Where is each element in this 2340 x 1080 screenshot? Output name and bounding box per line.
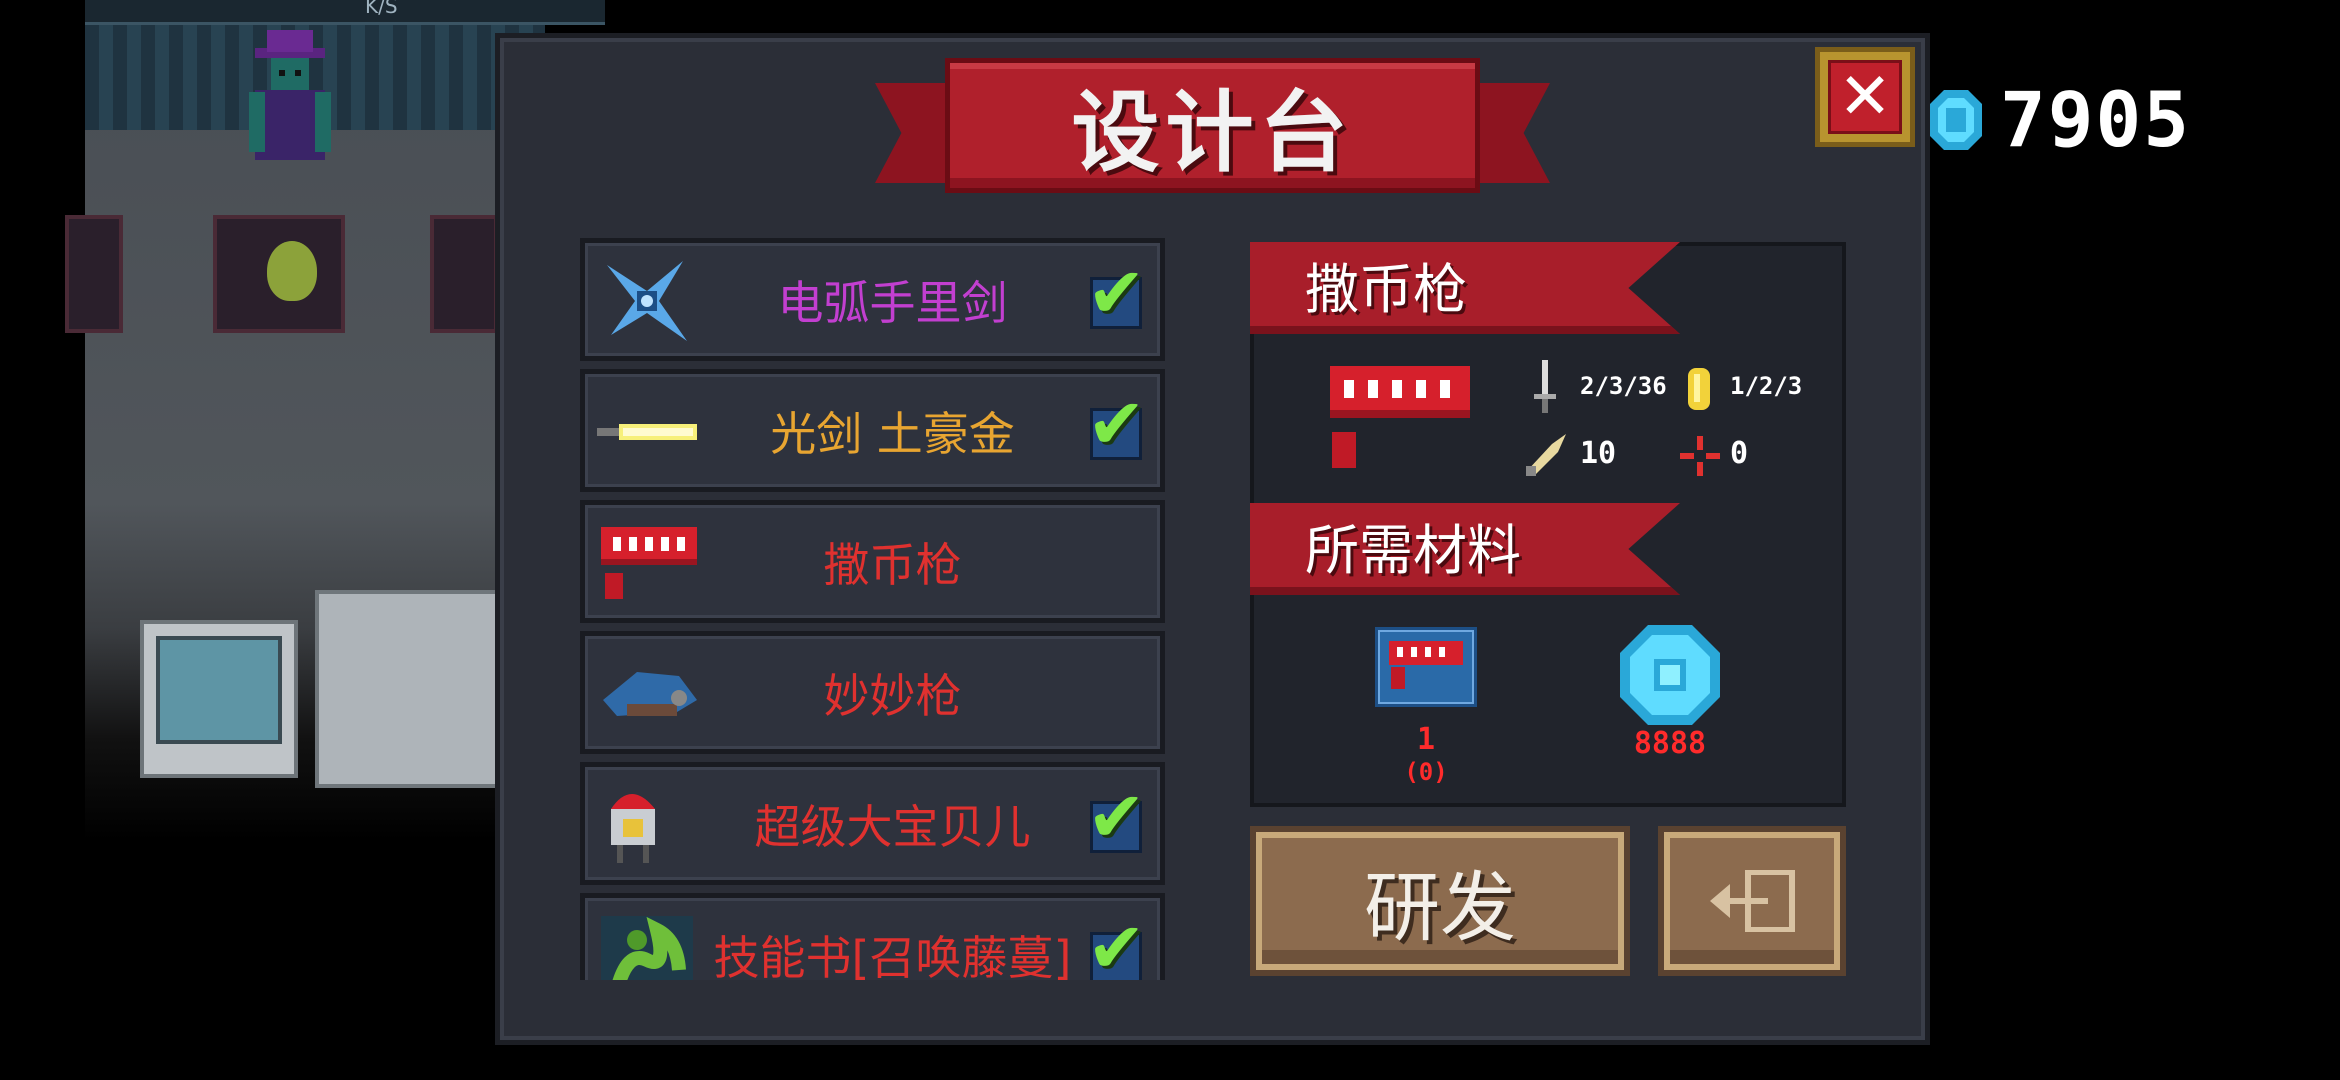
- damage-sword-icon: [1534, 360, 1556, 413]
- energy-stat: 1/2/3: [1730, 372, 1803, 400]
- owned-check-icon: ✔: [1087, 383, 1146, 465]
- coin-gun-blueprint-icon: [1375, 627, 1477, 707]
- list-item[interactable]: 光剑 土豪金 ✔: [580, 369, 1165, 492]
- gem-counter: 7905: [1930, 80, 2191, 160]
- selected-weapon-tag: 撒币枪: [1250, 242, 1680, 334]
- item-name: 技能书[召唤藤蔓]: [713, 930, 1072, 981]
- materials-tag: 所需材料: [1250, 503, 1680, 595]
- blue-gem-icon: [1930, 90, 1982, 150]
- list-item[interactable]: 电弧手里剑 ✔: [580, 238, 1165, 361]
- wizard-npc: [235, 30, 345, 170]
- scene-tile: [65, 215, 123, 333]
- item-name: 撒币枪: [823, 537, 962, 592]
- blueprint-owned: (0): [1404, 758, 1448, 786]
- scene-status-bar: K/S: [85, 0, 605, 25]
- close-icon: ✕: [1838, 60, 1892, 134]
- gourd-seed-icon: [267, 241, 317, 301]
- owned-check-icon: ✔: [1087, 252, 1146, 334]
- damage-stat: 2/3/36: [1580, 372, 1667, 400]
- materials-heading: 所需材料: [1305, 518, 1521, 582]
- owned-check-icon: ✔: [1087, 776, 1146, 858]
- coin-gun-icon: [1330, 366, 1470, 468]
- list-item[interactable]: 技能书[召唤藤蔓] ✔: [580, 893, 1165, 980]
- selected-weapon-name: 撒币枪: [1305, 257, 1467, 321]
- list-item[interactable]: 超级大宝贝儿 ✔: [580, 762, 1165, 885]
- research-label: 研发: [1364, 863, 1516, 952]
- energy-icon: [1688, 368, 1710, 410]
- scene-tile: [430, 215, 498, 333]
- vine-book-icon: [601, 916, 693, 980]
- shuriken-icon: [607, 261, 687, 341]
- item-name: 超级大宝贝儿: [754, 799, 1031, 854]
- network-speed-text: K/S: [365, 0, 398, 18]
- gem-count: 7905: [2000, 75, 2192, 164]
- blue-gem-icon: [1620, 625, 1720, 725]
- crit-stat: 10: [1580, 436, 1617, 471]
- crosshair-icon: [1680, 436, 1720, 476]
- baby-bomb-icon: [611, 794, 655, 863]
- blue-gun-icon: [603, 672, 697, 716]
- scene-tile-seed: [213, 215, 345, 333]
- gem-cost: 8888: [1633, 726, 1707, 761]
- owned-check-icon: ✔: [1087, 913, 1146, 980]
- crit-knife-icon: [1526, 434, 1566, 476]
- item-name: 妙妙枪: [823, 668, 962, 723]
- weapon-list[interactable]: 电弧手里剑 ✔ 光剑 土豪金 ✔ 撒币枪 妙妙枪 超级大宝贝儿 ✔ 技能书[召唤…: [580, 238, 1175, 980]
- game-scene: K/S: [65, 0, 605, 840]
- blueprint-amount: 1: [1416, 722, 1436, 757]
- coin-gun-icon: [601, 527, 697, 599]
- close-button[interactable]: ✕: [1815, 47, 1915, 147]
- dialog-title: 设计台: [1071, 81, 1354, 184]
- lightsaber-gold-icon: [597, 424, 697, 440]
- list-item[interactable]: 妙妙枪: [580, 631, 1165, 754]
- spread-stat: 0: [1730, 436, 1749, 471]
- exit-icon: [1710, 870, 1795, 932]
- title-ribbon: 设计台: [875, 58, 1550, 208]
- computer-terminal: [140, 620, 298, 778]
- exit-button[interactable]: [1658, 826, 1846, 976]
- research-button[interactable]: 研发: [1250, 826, 1630, 976]
- item-name: 电弧手里剑: [777, 275, 1008, 330]
- item-name: 光剑 土豪金: [770, 406, 1015, 461]
- list-item[interactable]: 撒币枪: [580, 500, 1165, 623]
